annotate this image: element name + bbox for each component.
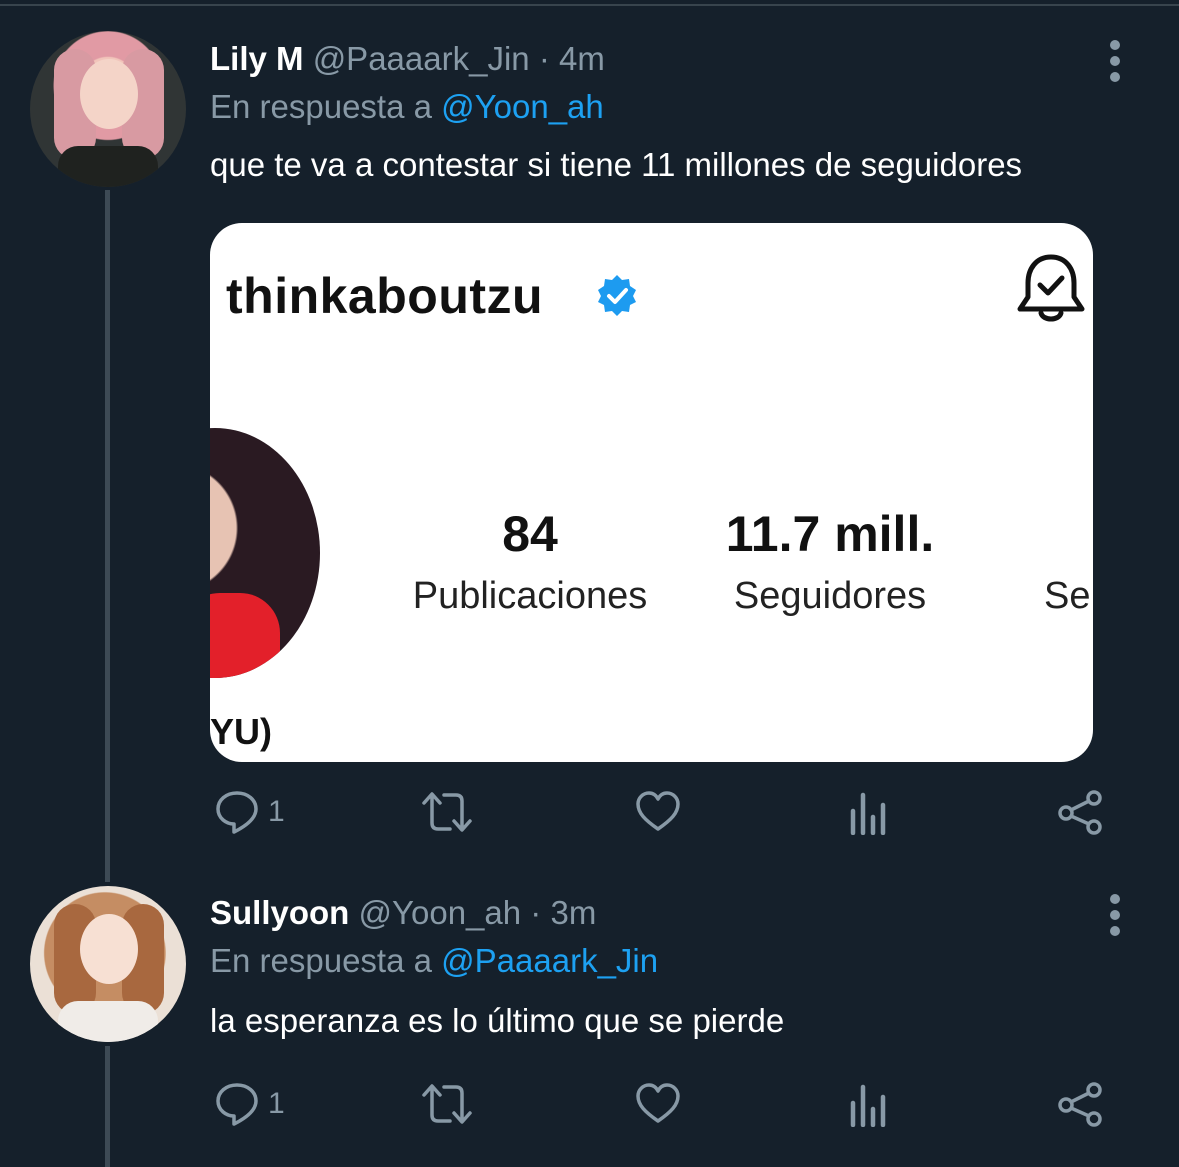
reply-button[interactable]: 1 xyxy=(214,1076,285,1132)
notification-bell-icon xyxy=(1017,254,1085,322)
reply-prefix: En respuesta a xyxy=(210,88,432,125)
share-icon xyxy=(1058,1082,1102,1127)
ig-followers-count: 11.7 mill. xyxy=(725,506,935,562)
display-name[interactable]: Sullyoon xyxy=(210,894,349,931)
tweet-actions: 1 xyxy=(210,784,1110,840)
ig-username: thinkaboutzu xyxy=(226,268,544,324)
user-handle[interactable]: @Yoon_ah xyxy=(359,894,522,931)
thread-line xyxy=(105,1046,110,1167)
avatar[interactable] xyxy=(30,31,186,187)
ig-profile-picture xyxy=(210,428,320,678)
ig-name-fragment: YU) xyxy=(210,711,272,752)
analytics-icon xyxy=(850,792,886,835)
ig-posts-label: Publicaciones xyxy=(412,575,648,617)
analytics-button[interactable] xyxy=(848,784,890,840)
tweet-header: Sullyoon @Yoon_ah · 3m xyxy=(210,894,596,932)
like-button[interactable] xyxy=(635,1076,681,1132)
more-vertical-icon[interactable] xyxy=(1106,894,1124,936)
reply-context: En respuesta a @Paaaark_Jin xyxy=(210,942,658,980)
retweet-icon xyxy=(422,1084,472,1124)
tweet-text: que te va a contestar si tiene 11 millon… xyxy=(210,146,1023,183)
retweet-button[interactable] xyxy=(420,1076,474,1132)
reply-icon xyxy=(216,1083,258,1126)
analytics-icon xyxy=(850,1084,886,1127)
reply-to-handle[interactable]: @Paaaark_Jin xyxy=(441,942,658,979)
verified-badge-icon xyxy=(598,275,636,316)
thread-line xyxy=(105,190,110,882)
retweet-button[interactable] xyxy=(420,784,474,840)
display-name[interactable]: Lily M xyxy=(210,40,304,77)
share-button[interactable] xyxy=(1056,784,1104,840)
ig-followers-label: Seguidores xyxy=(733,575,927,617)
ig-posts-count: 84 xyxy=(502,506,558,562)
more-vertical-icon[interactable] xyxy=(1106,40,1124,82)
reply-context: En respuesta a @Yoon_ah xyxy=(210,88,604,126)
avatar[interactable] xyxy=(30,886,186,1042)
reply-to-handle[interactable]: @Yoon_ah xyxy=(441,88,604,125)
tweet-text: la esperanza es lo último que se pierde xyxy=(210,1002,785,1039)
top-divider xyxy=(0,4,1179,6)
separator-dot: · xyxy=(538,40,550,77)
timestamp[interactable]: 4m xyxy=(559,40,605,77)
share-button[interactable] xyxy=(1056,1076,1104,1132)
analytics-button[interactable] xyxy=(848,1076,890,1132)
tweet-actions: 1 xyxy=(210,1076,1110,1132)
reply-icon xyxy=(216,791,258,834)
like-button[interactable] xyxy=(635,784,681,840)
user-handle[interactable]: @Paaaark_Jin xyxy=(313,40,530,77)
reply-count: 1 xyxy=(268,1087,285,1120)
reply-count: 1 xyxy=(268,795,285,828)
timestamp[interactable]: 3m xyxy=(550,894,596,931)
heart-icon xyxy=(636,1083,680,1123)
separator-dot: · xyxy=(530,894,542,931)
heart-icon xyxy=(636,791,680,831)
twitter-thread-screen: Lily M @Paaaark_Jin · 4m En respuesta a … xyxy=(0,0,1179,1167)
tweet-header: Lily M @Paaaark_Jin · 4m xyxy=(210,40,605,78)
share-icon xyxy=(1058,790,1102,835)
reply-prefix: En respuesta a xyxy=(210,942,432,979)
ig-following-label: Se xyxy=(1044,575,1091,617)
tweet-media-image[interactable]: thinkaboutzu 84 Publicaciones 11.7 mill.… xyxy=(210,223,1093,762)
retweet-icon xyxy=(422,792,472,832)
reply-button[interactable]: 1 xyxy=(214,784,285,840)
